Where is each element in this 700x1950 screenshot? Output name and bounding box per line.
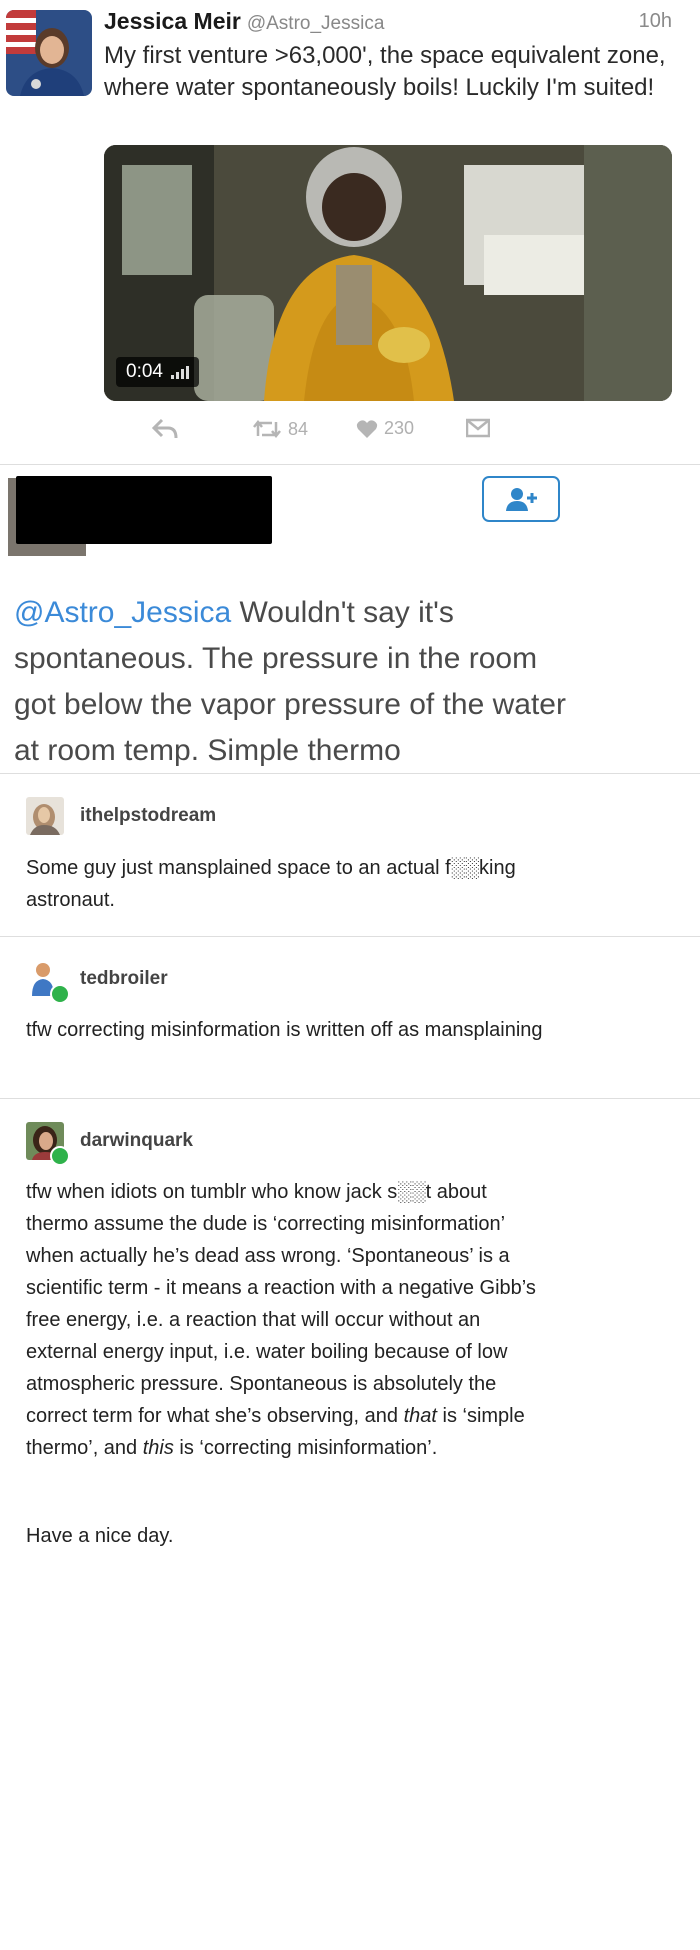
commenter-avatar[interactable] <box>26 797 64 835</box>
comment-text: is ‘correcting misinformation’. <box>173 1437 438 1459</box>
comment-closing: Have a nice day. <box>26 1525 174 1547</box>
reply-tweet-text: @Astro_Jessica Wouldn't say it's spontan… <box>14 590 574 774</box>
heart-icon <box>356 419 378 438</box>
comment-emphasis: this <box>142 1437 174 1459</box>
comment-text: tfw when idiots on tumblr who know jack … <box>26 1181 536 1427</box>
add-user-icon <box>506 488 537 511</box>
retweet-icon <box>253 419 281 439</box>
commenter-username[interactable]: darwinquark <box>80 1130 193 1152</box>
divider <box>0 464 700 465</box>
follow-button[interactable] <box>482 476 560 522</box>
tweet-author-handle[interactable]: @Astro_Jessica <box>247 13 385 34</box>
tweet-author[interactable]: Jessica Meir @Astro_Jessica <box>104 8 384 35</box>
video-duration-badge: 0:04 <box>116 357 199 387</box>
comment-body: tfw when idiots on tumblr who know jack … <box>26 1176 546 1464</box>
like-count: 230 <box>384 418 415 438</box>
tweet-timestamp: 10h <box>638 10 672 32</box>
commenter-username[interactable]: ithelpstodream <box>80 805 216 827</box>
reply-arrow-icon <box>152 418 178 439</box>
retweet-count: 84 <box>288 418 309 439</box>
video-duration: 0:04 <box>126 361 163 382</box>
comment-body: tfw correcting misinformation is written… <box>26 1019 543 1041</box>
tweet-text: My first venture >63,000', the space equ… <box>104 42 666 101</box>
divider <box>0 773 700 774</box>
like-action[interactable]: 230 <box>356 418 414 439</box>
divider <box>0 1098 700 1099</box>
reblog-badge-icon <box>50 984 70 1004</box>
commenter-avatar[interactable] <box>26 1122 70 1166</box>
comment-emphasis: that <box>403 1405 437 1427</box>
retweet-action[interactable]: 84 <box>252 418 308 440</box>
envelope-icon <box>466 418 490 438</box>
redacted-author-name <box>16 476 272 544</box>
tweet-video[interactable]: 0:04 <box>104 145 672 401</box>
tweet-author-avatar[interactable] <box>6 10 92 96</box>
commenter-username[interactable]: tedbroiler <box>80 968 168 990</box>
volume-bars-icon <box>170 365 189 379</box>
commenter-avatar[interactable] <box>26 960 70 1004</box>
divider <box>0 936 700 937</box>
comment-body: Some guy just mansplained space to an ac… <box>26 857 516 911</box>
tweet-author-name[interactable]: Jessica Meir <box>104 8 241 34</box>
reply-action[interactable] <box>152 418 178 440</box>
mention-link[interactable]: @Astro_Jessica <box>14 596 231 629</box>
message-action[interactable] <box>466 418 490 438</box>
avatar-image <box>26 797 64 835</box>
reblog-badge-icon <box>50 1146 70 1166</box>
